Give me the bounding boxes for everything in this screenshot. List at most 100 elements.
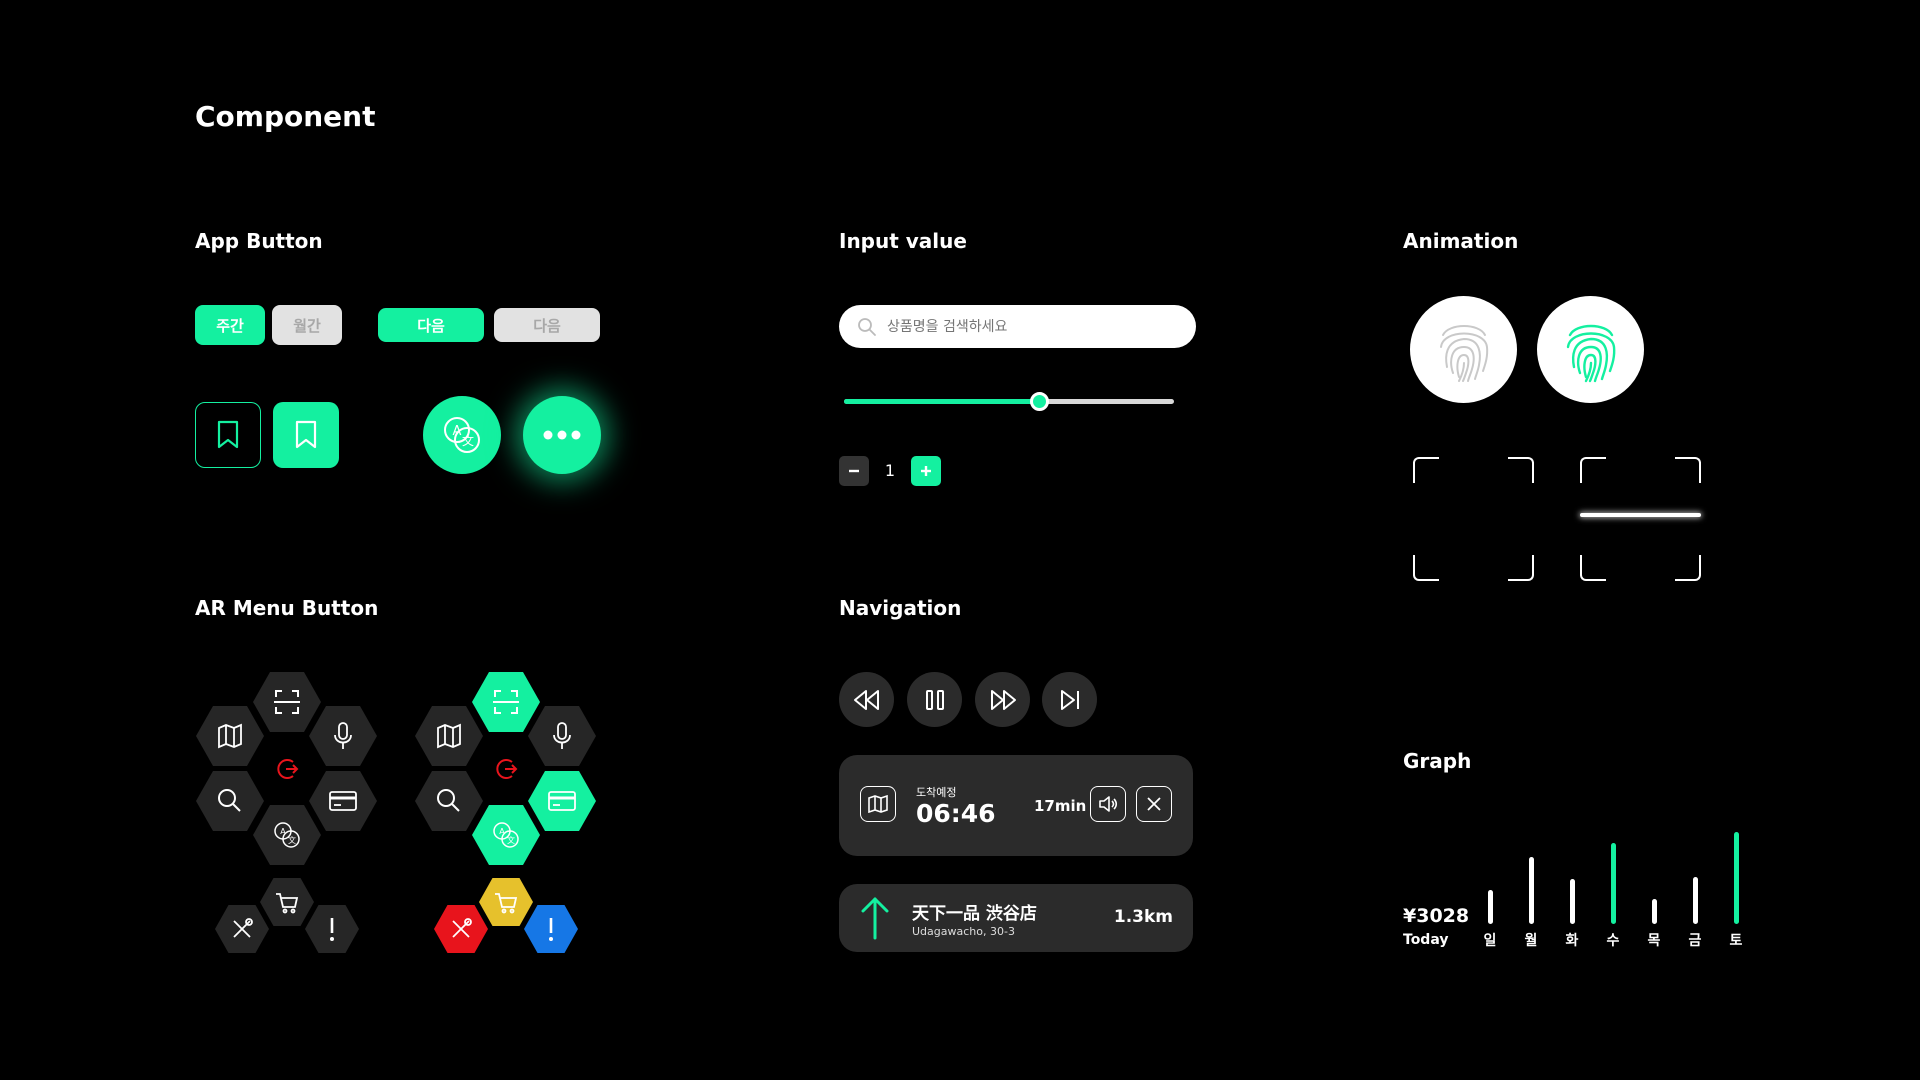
decrement-button[interactable] [839, 456, 869, 486]
scan-corner [1580, 555, 1606, 581]
scan-corner [1508, 457, 1534, 483]
ar-menu-groups: A 文 A 文 [196, 672, 596, 953]
section-title-navigation: Navigation [839, 596, 962, 620]
ar-alert-button[interactable] [305, 905, 359, 953]
ar-menu-group-active: A 文 [415, 672, 596, 953]
ar-translate-button[interactable]: A 文 [253, 805, 321, 865]
destination-name: 天下一品 渋谷店 [912, 904, 1037, 924]
graph-day-label: 목 [1647, 933, 1661, 949]
graph-bar [1488, 890, 1493, 924]
close-button[interactable] [1136, 786, 1172, 822]
increment-button[interactable] [911, 456, 941, 486]
search-icon [858, 317, 876, 336]
arrival-label: 도착예정 [916, 786, 957, 799]
bookmark-button-filled[interactable] [273, 402, 339, 468]
section-title-animation: Animation [1403, 229, 1519, 253]
skip-next-button[interactable] [1042, 672, 1097, 727]
minus-icon [849, 469, 859, 473]
distance: 1.3km [1113, 907, 1173, 927]
ar-search-button[interactable] [196, 771, 264, 831]
fingerprint-icon [1566, 324, 1615, 382]
graph-bar [1611, 843, 1616, 924]
graph-total: ¥3028 [1403, 905, 1470, 927]
ar-map-button[interactable] [415, 706, 483, 766]
svg-text:文: 文 [507, 835, 515, 845]
graph-bar [1652, 899, 1657, 924]
svg-text:A: A [280, 827, 286, 836]
page-title: Component [195, 100, 376, 133]
weekly-toggle-button[interactable]: 주간 [195, 305, 265, 345]
translate-icon: A 文 [444, 417, 480, 453]
section-title-ar-menu: AR Menu Button [195, 596, 379, 620]
scan-frame [1413, 457, 1534, 581]
next-button-disabled[interactable]: 다음 [494, 308, 600, 342]
ar-cart-button-active[interactable] [479, 878, 533, 926]
direction-card: 天下一品 渋谷店 Udagawacho, 30-3 1.3km [839, 884, 1193, 952]
graph-bar [1693, 877, 1698, 924]
rewind-icon [853, 689, 879, 710]
monthly-toggle-button[interactable]: 월간 [272, 305, 342, 345]
scan-corner [1580, 457, 1606, 483]
plus-icon [921, 466, 931, 476]
ar-payment-button[interactable] [309, 771, 377, 831]
map-button[interactable] [860, 786, 896, 822]
graph-day-label: 화 [1565, 933, 1579, 949]
slider-fill [844, 399, 1039, 404]
fast-forward-button[interactable] [975, 672, 1030, 727]
search-input[interactable] [885, 317, 1189, 336]
map-icon [868, 795, 888, 813]
fast-forward-icon [990, 689, 1016, 710]
quantity-value: 1 [884, 461, 896, 480]
slider-thumb[interactable] [1029, 392, 1049, 411]
speaker-icon [1099, 796, 1118, 812]
ar-translate-button-active[interactable]: A 文 [472, 805, 540, 865]
rewind-button[interactable] [839, 672, 894, 727]
ar-exit-icon[interactable] [277, 759, 299, 779]
graph-bar [1734, 832, 1739, 924]
more-dots-icon [543, 430, 581, 440]
value-slider[interactable] [844, 392, 1174, 411]
translate-button[interactable]: A 文 [423, 396, 501, 474]
more-button[interactable] [523, 396, 601, 474]
trip-duration: 17min [1034, 797, 1087, 815]
arrow-up-icon [861, 897, 889, 940]
fingerprint-idle[interactable] [1410, 296, 1517, 403]
ar-scan-button[interactable] [253, 672, 321, 732]
ar-menu-group-default: A 文 [196, 672, 377, 953]
scan-corner [1413, 457, 1439, 483]
search-bar[interactable] [839, 305, 1196, 348]
fingerprint-icon [1439, 324, 1488, 382]
graph-bar [1529, 857, 1534, 924]
svg-text:文: 文 [462, 433, 474, 448]
graph-bar [1570, 879, 1575, 924]
section-title-app-button: App Button [195, 229, 323, 253]
svg-text:文: 文 [288, 835, 296, 845]
ar-scan-button-active[interactable] [472, 672, 540, 732]
pause-icon [925, 689, 944, 710]
ar-voice-button[interactable] [309, 706, 377, 766]
scan-corner [1675, 555, 1701, 581]
ar-payment-button-active[interactable] [528, 771, 596, 831]
graph-period: Today [1403, 932, 1449, 948]
pause-button[interactable] [907, 672, 962, 727]
ar-map-button[interactable] [196, 706, 264, 766]
scan-corner [1413, 555, 1439, 581]
fingerprint-active[interactable] [1537, 296, 1644, 403]
ar-exit-icon[interactable] [496, 759, 518, 779]
ar-restaurant-button[interactable] [215, 905, 269, 953]
bookmark-icon [295, 420, 317, 449]
graph-day-label: 월 [1524, 933, 1538, 949]
arrival-time: 06:46 [916, 799, 996, 828]
ar-restaurant-button-active[interactable] [434, 905, 488, 953]
next-button[interactable]: 다음 [378, 308, 484, 342]
ar-alert-button-active[interactable] [524, 905, 578, 953]
bookmark-button-outline[interactable] [195, 402, 261, 468]
ar-search-button[interactable] [415, 771, 483, 831]
ar-voice-button[interactable] [528, 706, 596, 766]
ar-cart-button[interactable] [260, 878, 314, 926]
destination-address: Udagawacho, 30-3 [912, 925, 1015, 938]
scan-frame-scanning [1580, 457, 1701, 581]
section-title-input-value: Input value [839, 229, 967, 253]
graph-day-label: 수 [1606, 933, 1620, 949]
sound-button[interactable] [1090, 786, 1126, 822]
